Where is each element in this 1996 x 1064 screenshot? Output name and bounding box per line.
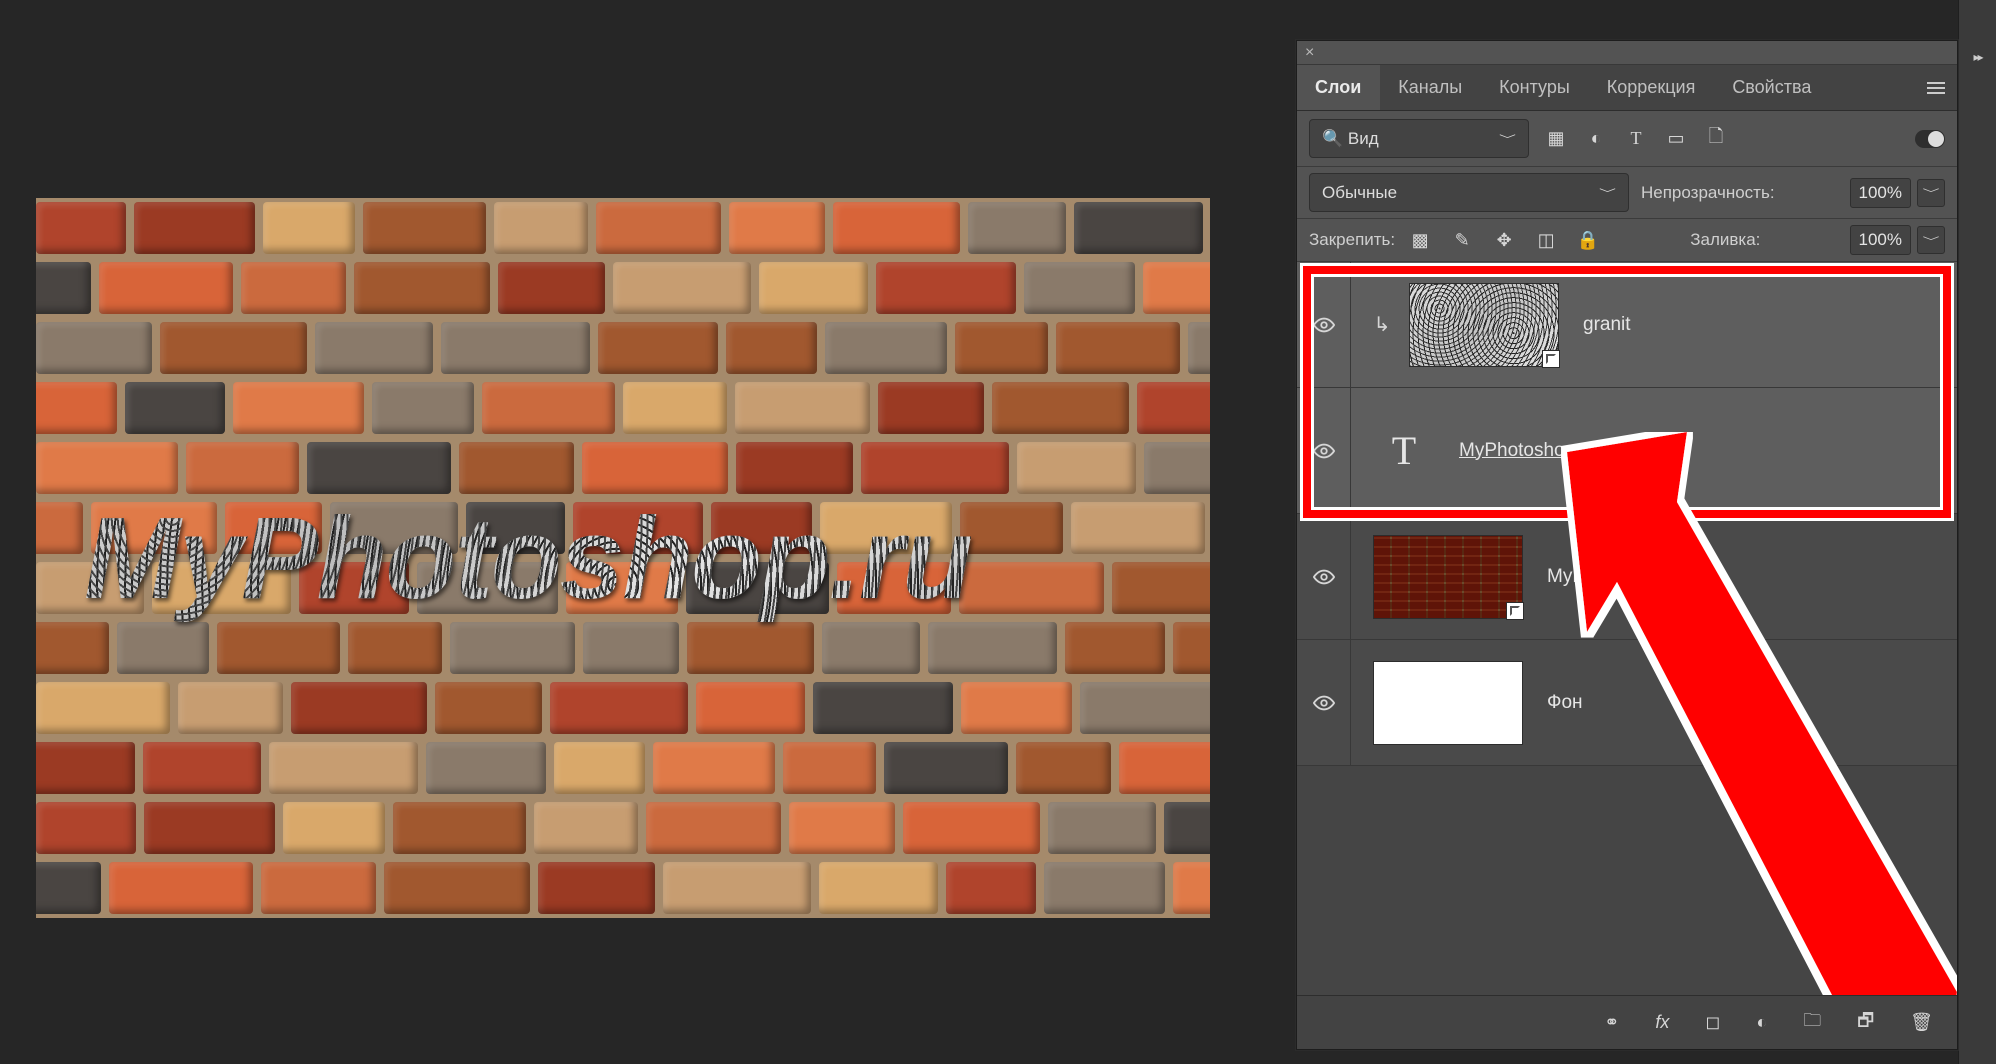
- layer-name[interactable]: MyPhotoshop.ru: [1459, 440, 1597, 462]
- adjustment-filter-icon[interactable]: ◐: [1583, 126, 1609, 152]
- canvas-text-overlay: MyPhotoshop.ru: [84, 491, 971, 625]
- blend-mode-value: Обычные: [1322, 183, 1397, 203]
- visibility-toggle[interactable]: [1297, 262, 1351, 387]
- visibility-toggle[interactable]: [1297, 640, 1351, 765]
- panel-dock-strip[interactable]: ▸▸: [1958, 0, 1996, 1064]
- blend-mode-row: Обычные ﹀ Непрозрачность: 100% ﹀: [1297, 167, 1957, 219]
- filter-type-icons: ▦ ◐ T ▭ 🗋: [1543, 126, 1729, 152]
- type-layer-icon: T: [1373, 420, 1435, 482]
- panel-menu-button[interactable]: [1915, 65, 1957, 110]
- opacity-value[interactable]: 100%: [1850, 178, 1911, 208]
- filter-dropdown-label: Вид: [1348, 129, 1379, 148]
- layer-list: ↳ granit T MyPhotoshop.ru MyPhotoshop Фон: [1297, 262, 1957, 995]
- blend-mode-dropdown[interactable]: Обычные ﹀: [1309, 173, 1629, 212]
- lock-paint-icon[interactable]: ✎: [1449, 227, 1475, 253]
- layer-thumbnail[interactable]: [1373, 661, 1523, 745]
- tab-коррекция[interactable]: Коррекция: [1589, 65, 1715, 110]
- canvas-document[interactable]: MyPhotoshop.ru: [36, 198, 1210, 918]
- filter-toggle[interactable]: [1915, 130, 1945, 148]
- clipping-mask-icon: ↳: [1373, 312, 1391, 337]
- lock-artboard-icon[interactable]: ◫: [1533, 227, 1559, 253]
- mask-icon[interactable]: ◻: [1705, 1012, 1720, 1033]
- layer-filter-row: 🔍 Вид ﹀ ▦ ◐ T ▭ 🗋: [1297, 111, 1957, 167]
- layer-name[interactable]: Фон: [1547, 692, 1583, 714]
- layer-row[interactable]: Фон: [1297, 640, 1957, 766]
- opacity-label[interactable]: Непрозрачность:: [1641, 183, 1775, 203]
- opacity-dropdown-icon[interactable]: ﹀: [1917, 179, 1945, 207]
- trash-icon[interactable]: 🗑: [1910, 1012, 1933, 1033]
- fill-value[interactable]: 100%: [1850, 225, 1911, 255]
- lock-row: Закрепить: ▩ ✎ ✥ ◫ 🔒 Заливка: 100% ﹀: [1297, 219, 1957, 262]
- group-icon[interactable]: 🗀: [1803, 1008, 1821, 1038]
- lock-position-icon[interactable]: ✥: [1491, 227, 1517, 253]
- smart-object-icon: [1542, 350, 1560, 368]
- tab-каналы[interactable]: Каналы: [1380, 65, 1481, 110]
- layers-panel: × СлоиКаналыКонтурыКоррекцияСвойства 🔍 В…: [1296, 40, 1958, 1050]
- tab-контуры[interactable]: Контуры: [1481, 65, 1589, 110]
- hamburger-icon: [1927, 87, 1945, 89]
- type-filter-icon[interactable]: T: [1623, 126, 1649, 152]
- shape-filter-icon[interactable]: ▭: [1663, 126, 1689, 152]
- layer-row[interactable]: T MyPhotoshop.ru: [1297, 388, 1957, 514]
- image-filter-icon[interactable]: ▦: [1543, 126, 1569, 152]
- layer-thumbnail[interactable]: [1409, 283, 1559, 367]
- panel-titlebar[interactable]: ×: [1297, 41, 1957, 65]
- lock-label: Закрепить:: [1309, 230, 1395, 250]
- lock-transparency-icon[interactable]: ▩: [1407, 227, 1433, 253]
- fill-label[interactable]: Заливка:: [1690, 230, 1760, 250]
- collapse-panels-icon[interactable]: ▸▸: [1973, 50, 1981, 64]
- fx-icon[interactable]: fx: [1655, 1012, 1669, 1033]
- lock-all-icon[interactable]: 🔒: [1575, 227, 1601, 253]
- visibility-toggle[interactable]: [1297, 514, 1351, 639]
- smart-filter-icon[interactable]: 🗋: [1703, 126, 1729, 152]
- visibility-toggle[interactable]: [1297, 388, 1351, 513]
- tab-слои[interactable]: Слои: [1297, 65, 1380, 110]
- link-icon[interactable]: ⚭: [1604, 1012, 1619, 1033]
- layer-row[interactable]: ↳ granit: [1297, 262, 1957, 388]
- smart-object-icon: [1506, 602, 1524, 620]
- layer-filter-dropdown[interactable]: 🔍 Вид ﹀: [1309, 119, 1529, 158]
- layer-thumbnail[interactable]: [1373, 535, 1523, 619]
- layer-row[interactable]: MyPhotoshop: [1297, 514, 1957, 640]
- close-icon[interactable]: ×: [1305, 44, 1314, 62]
- panel-tabs: СлоиКаналыКонтурыКоррекцияСвойства: [1297, 65, 1957, 111]
- layer-panel-footer: ⚭ fx ◻ ◐ 🗀 🗗 🗑: [1297, 995, 1957, 1049]
- new-layer-icon[interactable]: 🗗: [1857, 1008, 1874, 1038]
- layer-name[interactable]: MyPhotoshop: [1547, 566, 1663, 588]
- layer-name[interactable]: granit: [1583, 314, 1631, 336]
- tab-свойства[interactable]: Свойства: [1714, 65, 1830, 110]
- fill-dropdown-icon[interactable]: ﹀: [1917, 226, 1945, 254]
- adjustment-icon[interactable]: ◐: [1756, 1012, 1767, 1033]
